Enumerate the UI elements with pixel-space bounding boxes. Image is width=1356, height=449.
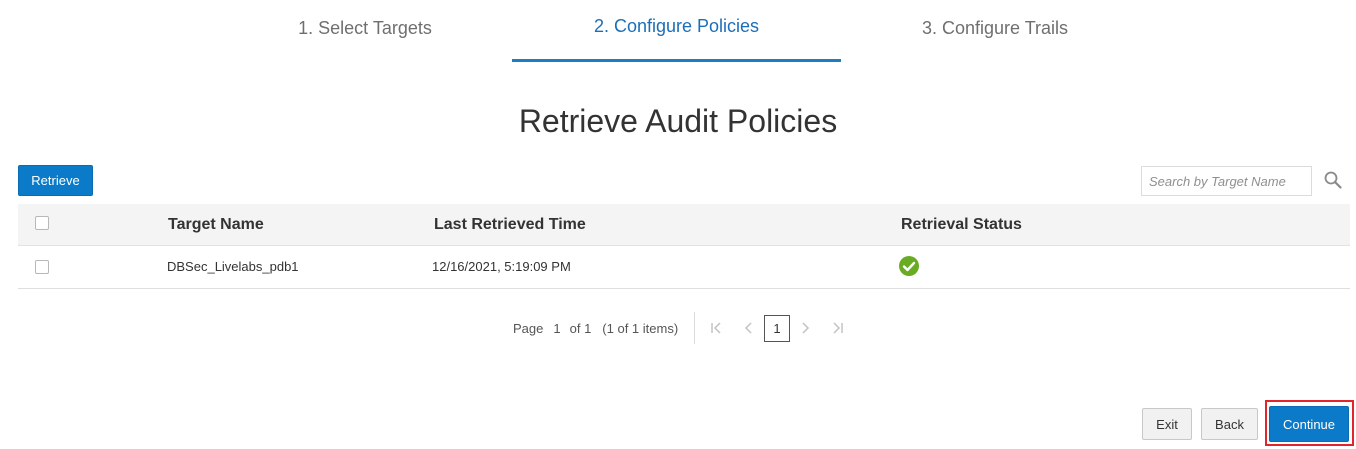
step-configure-policies[interactable]: 2. Configure Policies (512, 0, 841, 62)
column-header-last-retrieved-time[interactable]: Last Retrieved Time (434, 204, 586, 245)
row-checkbox[interactable] (35, 260, 49, 274)
search-icon[interactable] (1322, 169, 1344, 191)
pagination-info: Page 1 of 1 (1 of 1 items) (513, 313, 678, 343)
step-select-targets[interactable]: 1. Select Targets (250, 0, 480, 62)
targets-table: Target Name Last Retrieved Time Retrieva… (18, 204, 1350, 289)
page-number: 1 (553, 320, 561, 336)
prev-page-icon[interactable] (741, 320, 755, 336)
last-retrieved-time-cell: 12/16/2021, 5:19:09 PM (432, 259, 571, 274)
pagination-divider (694, 312, 695, 344)
select-all-checkbox[interactable] (35, 216, 49, 230)
continue-button[interactable]: Continue (1269, 406, 1349, 442)
table-header: Target Name Last Retrieved Time Retrieva… (18, 204, 1350, 246)
retrieve-button[interactable]: Retrieve (18, 165, 93, 196)
exit-button[interactable]: Exit (1142, 408, 1192, 440)
search-input[interactable] (1141, 166, 1312, 196)
check-circle-icon (899, 256, 919, 276)
column-header-retrieval-status[interactable]: Retrieval Status (901, 204, 1022, 245)
current-page-button[interactable]: 1 (764, 315, 790, 342)
first-page-icon[interactable] (709, 320, 723, 336)
target-name-cell: DBSec_Livelabs_pdb1 (167, 259, 299, 274)
page-title: Retrieve Audit Policies (518, 103, 838, 139)
column-header-target-name[interactable]: Target Name (168, 204, 264, 245)
page-label: Page (513, 320, 544, 336)
next-page-icon[interactable] (799, 320, 813, 336)
items-count-label: (1 of 1 items) (602, 320, 679, 336)
page-of-label: of 1 (569, 320, 592, 336)
last-page-icon[interactable] (831, 320, 845, 336)
step-configure-trails[interactable]: 3. Configure Trails (880, 0, 1110, 62)
back-button[interactable]: Back (1201, 408, 1258, 440)
table-row[interactable]: DBSec_Livelabs_pdb1 12/16/2021, 5:19:09 … (18, 246, 1350, 289)
